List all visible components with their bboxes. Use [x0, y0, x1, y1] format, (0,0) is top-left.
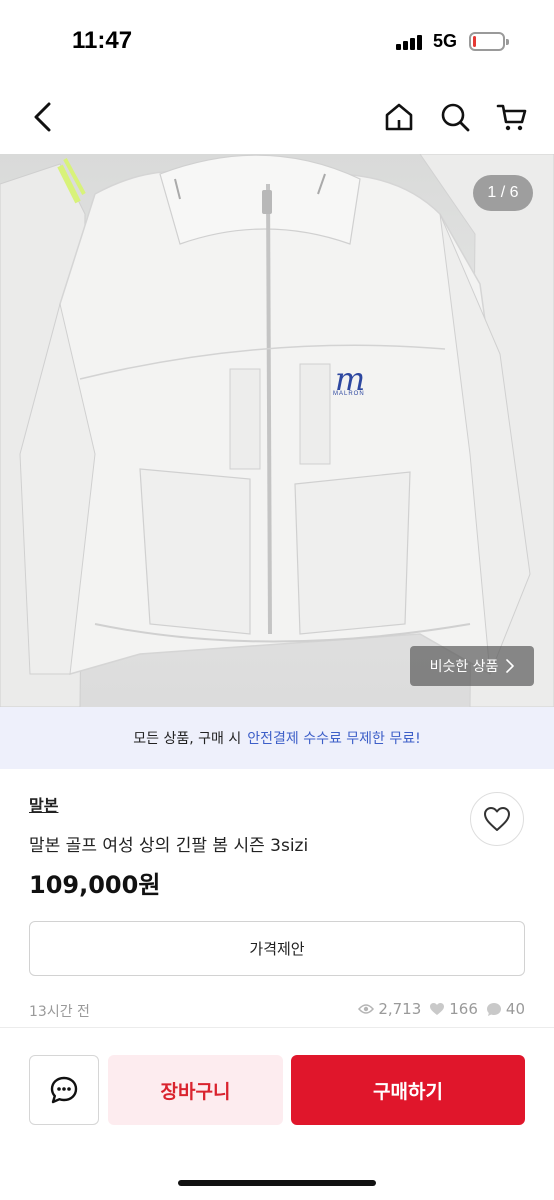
chats-count: 40 [505, 1000, 525, 1018]
status-time: 11:47 [72, 27, 133, 54]
add-to-cart-button[interactable]: 장바구니 [108, 1055, 283, 1125]
battery-level [473, 36, 477, 47]
home-button[interactable] [380, 98, 418, 136]
like-button[interactable] [470, 792, 524, 846]
jacket-photo: m [0, 154, 554, 707]
stats: 2,713 166 40 [358, 1000, 525, 1018]
promo-highlight: 안전결제 수수료 무제한 무료! [247, 731, 421, 747]
heart-icon [484, 807, 510, 831]
divider [0, 1027, 554, 1028]
promo-banner[interactable]: 모든 상품, 구매 시 안전결제 수수료 무제한 무료! [0, 707, 554, 769]
product-image[interactable]: m MALRON 1 / 6 비슷한 상품 [0, 154, 554, 707]
status-bar: 11:47 5G [0, 0, 554, 80]
posted-time: 13시간 전 [29, 1004, 90, 1020]
buy-button[interactable]: 구매하기 [291, 1055, 525, 1125]
home-indicator [178, 1180, 376, 1186]
battery-icon [469, 32, 509, 51]
chat-button[interactable] [29, 1055, 99, 1125]
signal-icon [396, 34, 424, 50]
likes-stat: 166 [429, 1000, 478, 1018]
brand-logo-text: MALRON [333, 391, 365, 397]
cart-button[interactable] [493, 98, 531, 136]
heart-icon [430, 1003, 445, 1015]
network-label: 5G [433, 31, 458, 51]
add-to-cart-label: 장바구니 [160, 1080, 231, 1103]
similar-products-label: 비슷한 상품 [429, 659, 499, 675]
shop-name-link[interactable]: 말본 [29, 792, 58, 816]
chats-stat: 40 [486, 1000, 525, 1018]
chat-bubble-icon [486, 1002, 501, 1016]
price-offer-button[interactable]: 가격제안 [29, 921, 525, 976]
chevron-left-icon [34, 102, 51, 132]
home-icon [385, 103, 413, 131]
buy-label: 구매하기 [373, 1080, 443, 1103]
similar-products-button[interactable]: 비슷한 상품 [410, 646, 534, 686]
search-button[interactable] [436, 98, 474, 136]
views-stat: 2,713 [358, 1000, 421, 1018]
product-price: 109,000원 [29, 871, 161, 899]
nav-bar [0, 80, 554, 154]
cart-icon [496, 104, 527, 131]
search-icon [441, 103, 470, 132]
chat-icon [50, 1076, 78, 1104]
promo-text: 모든 상품, 구매 시 [133, 731, 242, 747]
price-offer-label: 가격제안 [249, 940, 305, 958]
eye-icon [358, 1004, 375, 1014]
views-count: 2,713 [378, 1000, 422, 1018]
chevron-right-icon [506, 659, 515, 673]
likes-count: 166 [449, 1000, 478, 1018]
back-button[interactable] [24, 98, 62, 136]
meta-row: 13시간 전 2,713 166 40 [29, 999, 525, 1021]
image-counter: 1 / 6 [473, 175, 533, 211]
product-title: 말본 골프 여성 상의 긴팔 봄 시즌 3sizi [29, 836, 309, 856]
